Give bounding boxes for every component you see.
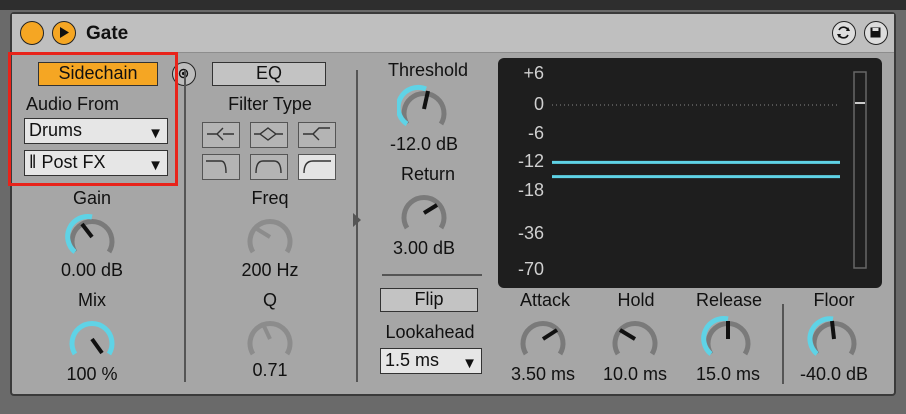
highshelf-filter-icon[interactable]: [298, 154, 336, 180]
q-knob[interactable]: [243, 312, 297, 366]
filter-type-label: Filter Type: [228, 94, 312, 114]
threshold-knob[interactable]: [397, 82, 451, 136]
release-value: 15.0 ms: [695, 364, 761, 384]
floor-label: Floor: [813, 290, 855, 310]
freq-knob[interactable]: [243, 210, 297, 264]
attack-knob[interactable]: [516, 312, 570, 366]
save-icon[interactable]: [864, 21, 888, 45]
lookahead-select[interactable]: 1.5 ms ▼: [380, 348, 482, 374]
output-meter: [853, 71, 867, 269]
section-divider: [782, 304, 784, 384]
hold-value: 10.0 ms: [602, 364, 668, 384]
floor-knob[interactable]: [807, 312, 861, 366]
gain-label: Gain: [72, 188, 112, 208]
gate-divider: [382, 274, 482, 276]
section-divider: [184, 70, 186, 382]
mix-value: 100 %: [66, 364, 118, 384]
device-title: Gate: [86, 23, 129, 44]
threshold-label: Threshold: [387, 60, 469, 80]
release-label: Release: [695, 290, 763, 310]
expand-arrow-icon[interactable]: [352, 212, 362, 228]
eq-button[interactable]: EQ: [212, 62, 326, 86]
lowshelf-filter-icon[interactable]: [202, 154, 240, 180]
freq-label: Freq: [251, 188, 289, 208]
scale-label: -70: [517, 259, 544, 279]
q-label: Q: [262, 290, 278, 310]
scale-label: -18: [517, 180, 544, 200]
bandpass-filter-icon[interactable]: [250, 122, 288, 148]
attack-value: 3.50 ms: [510, 364, 576, 384]
q-value: 0.71: [252, 360, 288, 380]
play-icon[interactable]: [52, 21, 76, 45]
chevron-down-icon: ▼: [462, 355, 477, 372]
hold-knob[interactable]: [608, 312, 662, 366]
power-circle-icon[interactable]: [20, 21, 44, 45]
refresh-icon[interactable]: [832, 21, 856, 45]
flip-button[interactable]: Flip: [380, 288, 478, 312]
gain-knob[interactable]: [65, 210, 119, 264]
freq-value: 200 Hz: [241, 260, 299, 280]
lookahead-value: 1.5 ms: [385, 350, 440, 370]
scale-label: +6: [523, 63, 544, 83]
peak-filter-icon[interactable]: [250, 154, 288, 180]
scale-label: 0: [533, 94, 544, 114]
top-strip: [0, 0, 906, 10]
return-knob[interactable]: [397, 186, 451, 240]
hold-label: Hold: [617, 290, 655, 310]
scale-label: -12: [517, 151, 544, 171]
attack-label: Attack: [519, 290, 571, 310]
device-titlebar: Gate: [12, 14, 894, 53]
scale-label: -36: [517, 223, 544, 243]
return-value: 3.00 dB: [392, 238, 456, 258]
floor-value: -40.0 dB: [799, 364, 869, 384]
gate-device: Gate Sidechain Audio From Drums ▼ ǁ Post…: [8, 12, 896, 396]
display-scale: [552, 71, 867, 269]
release-knob[interactable]: [701, 312, 755, 366]
lowpass-filter-icon[interactable]: [202, 122, 240, 148]
mix-knob[interactable]: [65, 312, 119, 366]
threshold-value: -12.0 dB: [389, 134, 459, 154]
mix-label: Mix: [78, 290, 106, 310]
highpass-filter-icon[interactable]: [298, 122, 336, 148]
sidechain-highlight-box: [8, 52, 178, 186]
gain-value: 0.00 dB: [60, 260, 124, 280]
gate-display[interactable]: +6 0 -6 -12 -18 -36 -70: [498, 58, 882, 288]
lookahead-label: Lookahead: [385, 322, 475, 342]
return-label: Return: [400, 164, 456, 184]
scale-label: -6: [527, 123, 544, 143]
